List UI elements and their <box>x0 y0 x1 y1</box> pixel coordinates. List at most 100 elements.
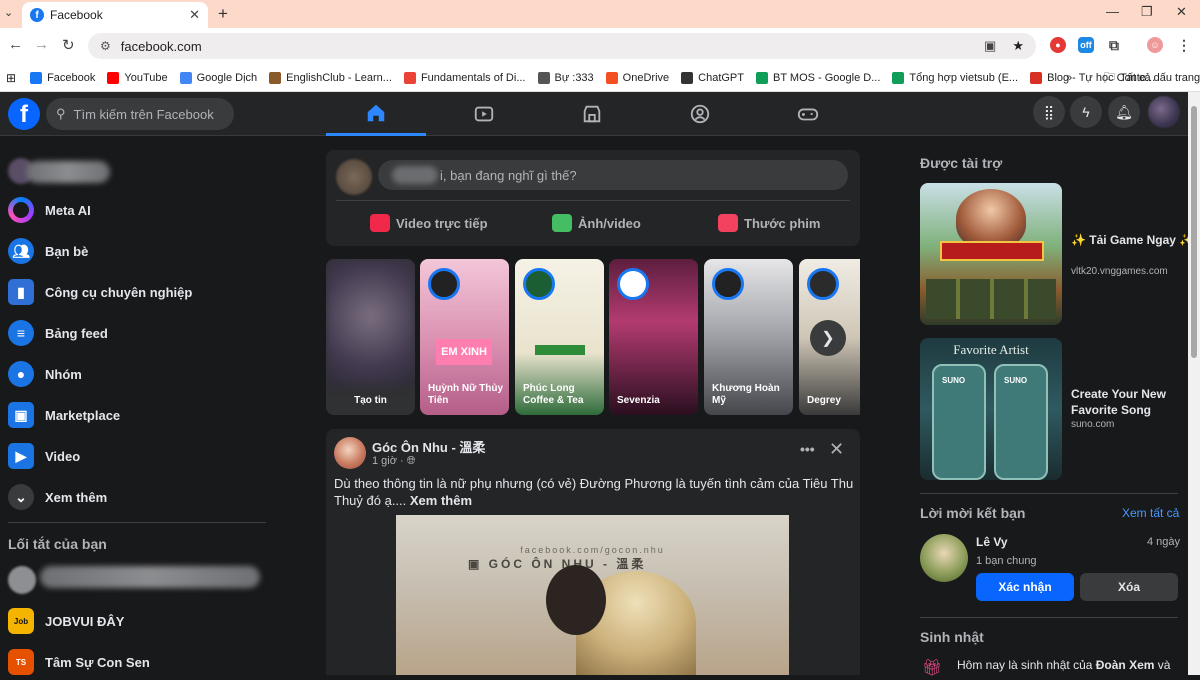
ad-image-suno[interactable]: Favorite Artist SUNO SUNO <box>920 338 1062 480</box>
minimize-icon[interactable]: — <box>1106 4 1119 19</box>
post-author-avatar[interactable] <box>334 437 366 469</box>
sidebar-item[interactable]: 👥︎ Bạn bè <box>8 233 88 269</box>
site-info-icon[interactable]: ⚙ <box>100 39 111 53</box>
chrome-menu-icon[interactable]: ⋮ <box>1176 37 1192 53</box>
story-card[interactable]: Khương Hoàn Mỹ <box>704 259 793 415</box>
close-tab-icon[interactable]: ✕ <box>189 7 200 23</box>
post-author-name[interactable]: Góc Ôn Nhu - 溫柔 <box>372 437 485 456</box>
page-scrollbar[interactable] <box>1188 92 1200 675</box>
see-all-link[interactable]: Xem tất cả <box>1122 506 1179 520</box>
ad-image-game[interactable] <box>920 183 1062 325</box>
ad-title[interactable]: Create Your New Favorite Song <box>1071 386 1181 418</box>
mutual-friends[interactable]: 1 bạn chung <box>976 555 1037 567</box>
scrollbar-thumb[interactable] <box>1191 106 1197 358</box>
nav-marketplace-tab[interactable] <box>542 92 642 136</box>
right-divider <box>920 493 1178 494</box>
confirm-button[interactable]: Xác nhận <box>976 573 1074 601</box>
birthday-name[interactable]: Đoàn Xem <box>1096 658 1155 672</box>
story-card[interactable]: EM XINH Huỳnh Nữ Thủy Tiên <box>420 259 509 415</box>
sidebar-item[interactable]: ▮ Công cụ chuyên nghiệp <box>8 274 192 310</box>
birthday-text[interactable]: Hôm nay là sinh nhật của Đoàn Xem và <box>957 658 1170 672</box>
reload-icon[interactable]: ↻ <box>62 36 75 54</box>
facebook-header: f ⚲ Tìm kiếm trên Facebook ⣿ ϟ 🔔︎ <box>0 92 1188 136</box>
post-options-icon[interactable]: ••• <box>800 441 815 457</box>
profile-icon[interactable]: ☺ <box>1147 37 1163 53</box>
hide-post-icon[interactable]: ✕ <box>829 439 844 460</box>
story-card[interactable]: Sevenzia <box>609 259 698 415</box>
new-tab-icon[interactable]: + <box>218 4 228 24</box>
extensions-puzzle-icon[interactable]: ⧉ <box>1106 37 1122 53</box>
bookmark-item[interactable]: ChatGPT <box>681 71 744 84</box>
sidebar-item[interactable]: ⌄ Xem thêm <box>8 479 107 515</box>
ad-domain[interactable]: vltk20.vnggames.com <box>1071 266 1168 277</box>
facebook-favicon-icon: f <box>30 8 44 22</box>
ad-title[interactable]: ✨ Tải Game Ngay ✨ <box>1071 232 1194 248</box>
ad-domain[interactable]: suno.com <box>1071 419 1114 430</box>
bookmark-star-icon[interactable]: ★ <box>1012 38 1024 54</box>
nav-gaming-tab[interactable] <box>758 92 858 136</box>
sidebar-item[interactable]: ▣ Marketplace <box>8 397 120 433</box>
nav-video-tab[interactable] <box>434 92 534 136</box>
friend-request-name[interactable]: Lê Vy <box>976 535 1008 549</box>
shortcut-jobvui[interactable]: Job JOBVUI ĐÂY <box>8 603 124 639</box>
bookmark-item[interactable]: YouTube <box>107 71 168 84</box>
stories-next-button[interactable]: ❯ <box>810 320 846 356</box>
restore-icon[interactable]: ❐ <box>1141 4 1153 20</box>
bookmarks-more[interactable]: » <box>1066 72 1072 84</box>
extension-red-icon[interactable]: ● <box>1050 37 1066 53</box>
menu-grid-button[interactable]: ⣿ <box>1033 96 1065 128</box>
messenger-button[interactable]: ϟ <box>1070 96 1102 128</box>
bookmark-item[interactable]: Tổng hợp vietsub (E... <box>892 71 1018 84</box>
composer-avatar[interactable] <box>336 159 372 195</box>
extension-off-icon[interactable]: off <box>1078 37 1094 53</box>
bookmark-label: Fundamentals of Di... <box>420 71 526 84</box>
reels-button[interactable]: Thước phim <box>718 210 820 236</box>
facebook-search-input[interactable]: ⚲ Tìm kiếm trên Facebook <box>46 98 234 130</box>
bookmark-item[interactable]: Google Dịch <box>179 71 258 84</box>
sidebar-item[interactable]: Meta AI <box>8 192 91 228</box>
back-icon[interactable]: ← <box>8 36 23 53</box>
apps-grid-icon[interactable]: ⊞ <box>6 71 16 85</box>
post-image[interactable]: facebook.com/gocon.nhu ▣ GÓC ÔN NHU - 溫柔 <box>396 515 789 675</box>
all-bookmarks-button[interactable]: 🗀 Tất cả dấu trang <box>1104 68 1200 87</box>
forward-icon[interactable]: → <box>34 36 49 53</box>
story-create[interactable]: Tạo tin <box>326 259 415 415</box>
nav-home-tab[interactable] <box>326 92 426 136</box>
composer-input[interactable]: i, bạn đang nghĩ gì thế? <box>378 160 848 190</box>
profile-name-redacted[interactable] <box>26 161 110 183</box>
sidebar-item[interactable]: ▶ Video <box>8 438 80 474</box>
see-more-link[interactable]: Xem thêm <box>410 493 472 508</box>
sidebar-item[interactable]: ● Nhóm <box>8 356 82 392</box>
nav-groups-tab[interactable] <box>650 92 750 136</box>
live-video-button[interactable]: Video trực tiếp <box>370 210 488 236</box>
browser-tab-bar: ⌄ f Facebook ✕ + — ❐ ✕ <box>0 0 1200 28</box>
sidebar-item[interactable]: ≡ Bảng feed <box>8 315 108 351</box>
story-card[interactable]: Phúc Long Coffee & Tea <box>515 259 604 415</box>
friend-request-avatar[interactable] <box>920 534 968 582</box>
install-app-icon[interactable]: ▣ <box>984 38 996 54</box>
story-label: Sevenzia <box>617 395 660 406</box>
post-time[interactable]: 1 giờ · <box>372 455 404 467</box>
tab-search-icon[interactable]: ⌄ <box>4 6 13 19</box>
photo-video-button[interactable]: Ảnh/video <box>552 210 641 236</box>
shortcut-avatar-redacted[interactable] <box>8 566 36 594</box>
sidebar-item-label: Bạn bè <box>45 243 89 259</box>
bookmark-item[interactable]: EnglishClub - Learn... <box>269 71 392 84</box>
url-bar[interactable]: ⚙ facebook.com ▣ ★ <box>88 33 1036 59</box>
bookmark-item[interactable]: OneDrive <box>605 71 669 84</box>
delete-button[interactable]: Xóa <box>1080 573 1178 601</box>
account-avatar[interactable] <box>1148 96 1180 128</box>
bookmark-item[interactable]: Facebook <box>30 71 95 84</box>
shortcut-label: Tâm Sự Con Sen <box>45 654 150 670</box>
meta-ai-ring <box>13 202 29 218</box>
close-window-icon[interactable]: ✕ <box>1176 4 1187 20</box>
shortcut-name-redacted[interactable] <box>40 566 260 588</box>
browser-tab-facebook[interactable]: f Facebook ✕ <box>22 2 208 28</box>
friend-requests-heading: Lời mời kết bạn <box>920 505 1026 521</box>
bookmark-item[interactable]: BT MOS - Google D... <box>756 71 880 84</box>
facebook-logo-icon[interactable]: f <box>8 98 40 130</box>
bookmark-item[interactable]: Bự :333 <box>537 71 594 84</box>
notifications-button[interactable]: 🔔︎ <box>1108 96 1140 128</box>
bookmark-label: Google Dịch <box>196 71 258 84</box>
bookmark-item[interactable]: Fundamentals of Di... <box>403 71 526 84</box>
